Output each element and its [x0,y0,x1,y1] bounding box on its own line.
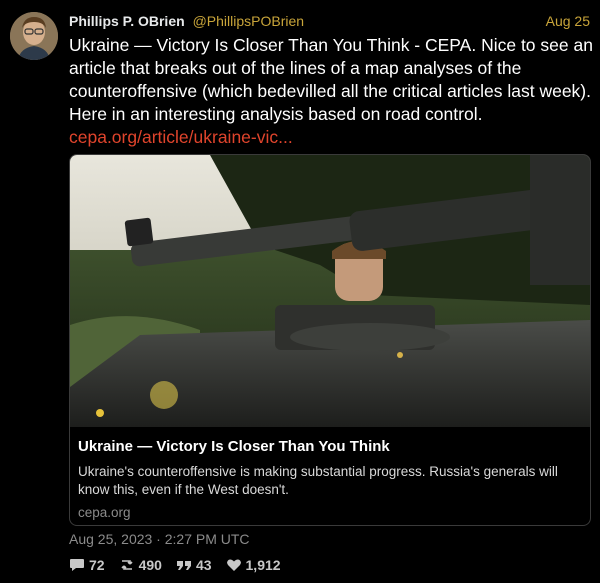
author-handle[interactable]: @PhillipsPOBrien [193,13,304,29]
heart-icon [226,559,241,571]
tweet-timestamp[interactable]: Aug 25, 2023 · 2:27 PM UTC [69,531,250,547]
link-card[interactable]: Ukraine — Victory Is Closer Than You Thi… [69,154,591,526]
reply-count: 72 [89,557,105,573]
tweet-date[interactable]: Aug 25 [546,11,590,31]
retweet-icon [121,560,133,570]
reply-stat[interactable]: 72 [69,557,105,573]
card-description: Ukraine's counteroffensive is making sub… [78,464,558,497]
reply-icon [70,559,84,571]
like-count: 1,912 [245,557,281,573]
tweet: Phillips P. OBrien @PhillipsPOBrien Aug … [0,0,600,583]
tweet-body: Ukraine — Victory Is Closer Than You Thi… [69,34,593,149]
tweet-header: Phillips P. OBrien @PhillipsPOBrien Aug … [69,11,590,31]
card-domain: cepa.org [78,505,131,520]
retweet-count: 490 [138,557,162,573]
tweet-stats: 72 490 43 1,912 [69,557,281,573]
card-image [70,155,590,427]
quote-count: 43 [195,557,212,573]
avatar[interactable] [10,12,58,60]
quote-icon [176,561,191,570]
tweet-link[interactable]: cepa.org/article/ukraine-vic... [69,127,293,147]
quote-stat[interactable]: 43 [176,557,212,573]
author-name[interactable]: Phillips P. OBrien [69,13,185,29]
card-text: Ukraine — Victory Is Closer Than You Thi… [78,437,582,520]
retweet-stat[interactable]: 490 [119,557,162,573]
tweet-text: Ukraine — Victory Is Closer Than You Thi… [69,35,593,124]
card-title[interactable]: Ukraine — Victory Is Closer Than You Thi… [78,437,582,457]
like-stat[interactable]: 1,912 [226,557,281,573]
